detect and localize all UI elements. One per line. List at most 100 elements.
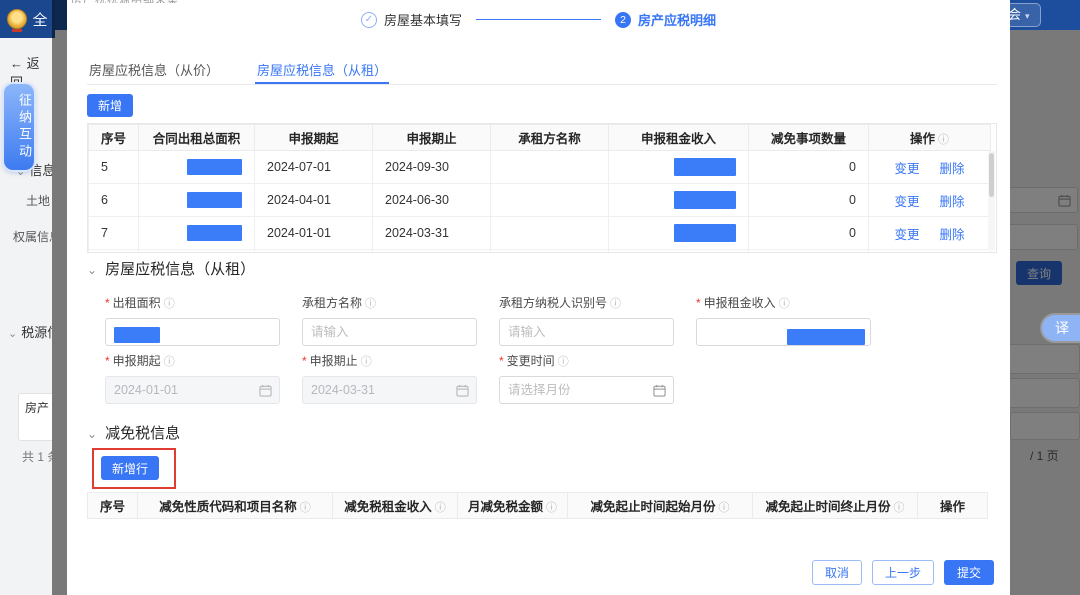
section-rent-info: ⌄房屋应税信息（从租） xyxy=(87,258,255,279)
info-icon: ⓘ xyxy=(300,502,311,514)
step2-label: 房产应税明细 xyxy=(638,10,716,29)
tab-from-rent[interactable]: 房屋应税信息（从租） xyxy=(255,52,389,84)
col-reduction-count: 减免事项数量 xyxy=(749,125,869,151)
check-circle-icon: ✓ xyxy=(361,12,377,28)
table-header-row: 序号 减免性质代码和项目名称ⓘ 减免税租金收入ⓘ 月减免税金额ⓘ 减免起止时间起… xyxy=(88,493,988,519)
add-button[interactable]: 新增 xyxy=(87,94,133,117)
col-actions: 操作 xyxy=(918,493,988,519)
reduction-table: 序号 减免性质代码和项目名称ⓘ 减免税租金收入ⓘ 月减免税金额ⓘ 减免起止时间起… xyxy=(87,492,988,519)
delete-link[interactable]: 删除 xyxy=(940,162,965,176)
delete-link[interactable]: 删除 xyxy=(940,228,965,242)
field-period-end: *申报期止ⓘ 2024-03-31 xyxy=(302,352,477,404)
chevron-down-icon[interactable]: ⌄ xyxy=(87,427,97,441)
cell-seq: 5 xyxy=(89,151,139,184)
redacted-value xyxy=(787,329,865,345)
table-row: 5 2024-07-01 2024-09-30 0 变更删除 xyxy=(89,151,991,184)
add-row-button[interactable]: 新增行 xyxy=(101,456,159,480)
required-mark: * xyxy=(302,354,307,368)
period-start-input: 2024-01-01 xyxy=(105,376,280,404)
step-house-basic: ✓ 房屋基本填写 xyxy=(361,10,462,29)
col-reduction-code: 减免性质代码和项目名称ⓘ xyxy=(138,493,333,519)
cell-count: 0 xyxy=(749,217,869,250)
interaction-floating-tab[interactable]: 征纳互动 xyxy=(4,84,34,170)
tenant-name-input[interactable]: 请输入 xyxy=(302,318,477,346)
info-icon: ⓘ xyxy=(719,502,730,514)
change-time-input[interactable]: 请选择月份 xyxy=(499,376,674,404)
clipped-page-title: 房产税税源明细采集 xyxy=(71,0,291,3)
info-icon: ⓘ xyxy=(361,356,372,368)
table-row-partial xyxy=(89,250,991,254)
step1-label: 房屋基本填写 xyxy=(384,10,462,29)
calendar-icon xyxy=(259,384,272,397)
col-reduction-income: 减免税租金收入ⓘ xyxy=(333,493,458,519)
cell-tenant xyxy=(491,184,609,217)
info-icon: ⓘ xyxy=(558,356,569,368)
cell-actions: 变更 删除 xyxy=(869,184,991,217)
col-seq: 序号 xyxy=(88,493,138,519)
cell-seq: 6 xyxy=(89,184,139,217)
cell-actions: 变更 删除 xyxy=(869,151,991,184)
user-menu-label: 金会 xyxy=(1010,7,1021,22)
scrollbar-thumb[interactable] xyxy=(989,153,994,197)
highlight-annotation-box: 新增行 xyxy=(92,448,176,489)
chevron-down-icon: ⌄ xyxy=(8,328,17,340)
cell-period-start: 2024-07-01 xyxy=(255,151,373,184)
calendar-icon xyxy=(653,384,666,397)
info-icon: ⓘ xyxy=(894,502,905,514)
bg-card-fragment: 房产 xyxy=(18,393,52,441)
redacted-value xyxy=(674,191,736,209)
table-header-row: 序号 合同出租总面积 申报期起 申报期止 承租方名称 申报租金收入 减免事项数量… xyxy=(89,125,991,151)
form-row-2: *申报期起ⓘ 2024-01-01 *申报期止ⓘ 2024-03-31 *变更时… xyxy=(105,352,674,404)
cell-period-start: 2024-04-01 xyxy=(255,184,373,217)
cell-seq: 7 xyxy=(89,217,139,250)
tenant-tax-id-input[interactable]: 请输入 xyxy=(499,318,674,346)
col-tenant-name: 承租方名称 xyxy=(491,125,609,151)
cell-tenant xyxy=(491,217,609,250)
user-menu[interactable]: 金会▾ xyxy=(1010,3,1041,27)
submit-button[interactable]: 提交 xyxy=(944,560,994,585)
translate-button[interactable]: 译 xyxy=(1042,315,1080,341)
cell-actions: 变更 删除 xyxy=(869,217,991,250)
redacted-value xyxy=(187,159,242,175)
field-rent-area: *出租面积ⓘ xyxy=(105,294,280,346)
required-mark: * xyxy=(696,296,701,310)
col-monthly-amount: 月减免税金额ⓘ xyxy=(458,493,568,519)
required-mark: * xyxy=(105,296,110,310)
rent-income-input[interactable] xyxy=(696,318,871,346)
table-scrollbar[interactable] xyxy=(988,151,995,250)
info-icon: ⓘ xyxy=(779,298,790,310)
cell-tenant xyxy=(491,151,609,184)
form-row-1: *出租面积ⓘ 承租方名称ⓘ 请输入 承租方纳税人识别号ⓘ 请输入 *申报租金收入… xyxy=(105,294,871,346)
field-rent-income: *申报租金收入ⓘ xyxy=(696,294,871,346)
delete-link[interactable]: 删除 xyxy=(940,195,965,209)
change-link[interactable]: 变更 xyxy=(894,195,919,209)
period-end-input: 2024-03-31 xyxy=(302,376,477,404)
col-rent-income: 申报租金收入 xyxy=(609,125,749,151)
required-mark: * xyxy=(105,354,110,368)
tax-detail-dialog: 房产税税源明细采集 ✓ 房屋基本填写 2 房产应税明细 房屋应税信息（从价） 房… xyxy=(67,0,1010,595)
redacted-value xyxy=(187,225,242,241)
step2-number-icon: 2 xyxy=(615,12,631,28)
info-icon: ⓘ xyxy=(164,356,175,368)
cell-rent-income xyxy=(609,184,749,217)
info-icon: ⓘ xyxy=(164,298,175,310)
table-row: 7 2024-01-01 2024-03-31 0 变更删除 xyxy=(89,217,991,250)
cell-period-start: 2024-01-01 xyxy=(255,217,373,250)
change-link[interactable]: 变更 xyxy=(894,228,919,242)
field-period-start: *申报期起ⓘ 2024-01-01 xyxy=(105,352,280,404)
tab-bar: 房屋应税信息（从价） 房屋应税信息（从租） xyxy=(87,52,997,85)
tab-ad-valorem[interactable]: 房屋应税信息（从价） xyxy=(87,52,221,84)
redacted-value xyxy=(114,327,160,343)
field-change-time: *变更时间ⓘ 请选择月份 xyxy=(499,352,674,404)
cell-contract-area xyxy=(139,151,255,184)
cell-rent-income xyxy=(609,217,749,250)
info-icon: ⓘ xyxy=(610,298,621,310)
table-row: 6 2024-04-01 2024-06-30 0 变更删除 xyxy=(89,184,991,217)
step-taxable-detail: 2 房产应税明细 xyxy=(615,10,716,29)
col-contract-area: 合同出租总面积 xyxy=(139,125,255,151)
cancel-button[interactable]: 取消 xyxy=(812,560,862,585)
change-link[interactable]: 变更 xyxy=(894,162,919,176)
rent-area-input[interactable] xyxy=(105,318,280,346)
chevron-down-icon[interactable]: ⌄ xyxy=(87,263,97,277)
previous-step-button[interactable]: 上一步 xyxy=(872,560,934,585)
